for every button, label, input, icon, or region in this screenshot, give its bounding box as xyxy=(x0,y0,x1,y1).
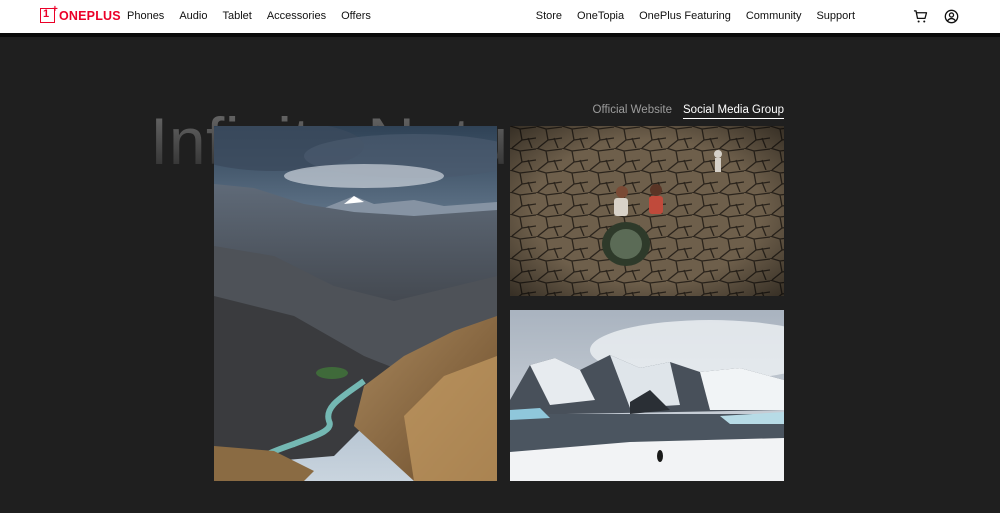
header-divider xyxy=(0,33,1000,37)
nav-item-store[interactable]: Store xyxy=(536,10,562,22)
mountain-valley-river-photo[interactable] xyxy=(214,126,497,481)
logo-mark-icon: + xyxy=(40,4,58,23)
antarctic-glacier-photo[interactable] xyxy=(510,310,784,481)
nav-item-audio[interactable]: Audio xyxy=(179,10,207,22)
nav-item-tablet[interactable]: Tablet xyxy=(222,10,251,22)
nav-item-accessories[interactable]: Accessories xyxy=(267,10,326,22)
nav-item-community[interactable]: Community xyxy=(746,10,802,22)
cart-icon[interactable] xyxy=(913,9,928,24)
nav-item-oneplus-featuring[interactable]: OnePlus Featuring xyxy=(639,10,731,22)
tab-official-website[interactable]: Official Website xyxy=(593,104,672,119)
top-nav-bar: + ONEPLUS Phones Audio Tablet Accessorie… xyxy=(0,0,1000,33)
nav-item-phones[interactable]: Phones xyxy=(127,10,164,22)
primary-nav: Phones Audio Tablet Accessories Offers xyxy=(127,10,386,22)
tab-social-media-group[interactable]: Social Media Group xyxy=(683,104,784,119)
nav-item-onetopia[interactable]: OneTopia xyxy=(577,10,624,22)
cracked-earth-photo[interactable] xyxy=(510,126,784,296)
oneplus-logo[interactable]: + ONEPLUS xyxy=(40,4,121,23)
nav-item-support[interactable]: Support xyxy=(816,10,855,22)
secondary-nav: Store OneTopia OnePlus Featuring Communi… xyxy=(521,10,855,22)
nav-item-offers[interactable]: Offers xyxy=(341,10,371,22)
user-account-icon[interactable] xyxy=(944,9,959,24)
logo-text: ONEPLUS xyxy=(59,8,121,23)
source-tabs: Official Website Social Media Group xyxy=(582,104,784,119)
